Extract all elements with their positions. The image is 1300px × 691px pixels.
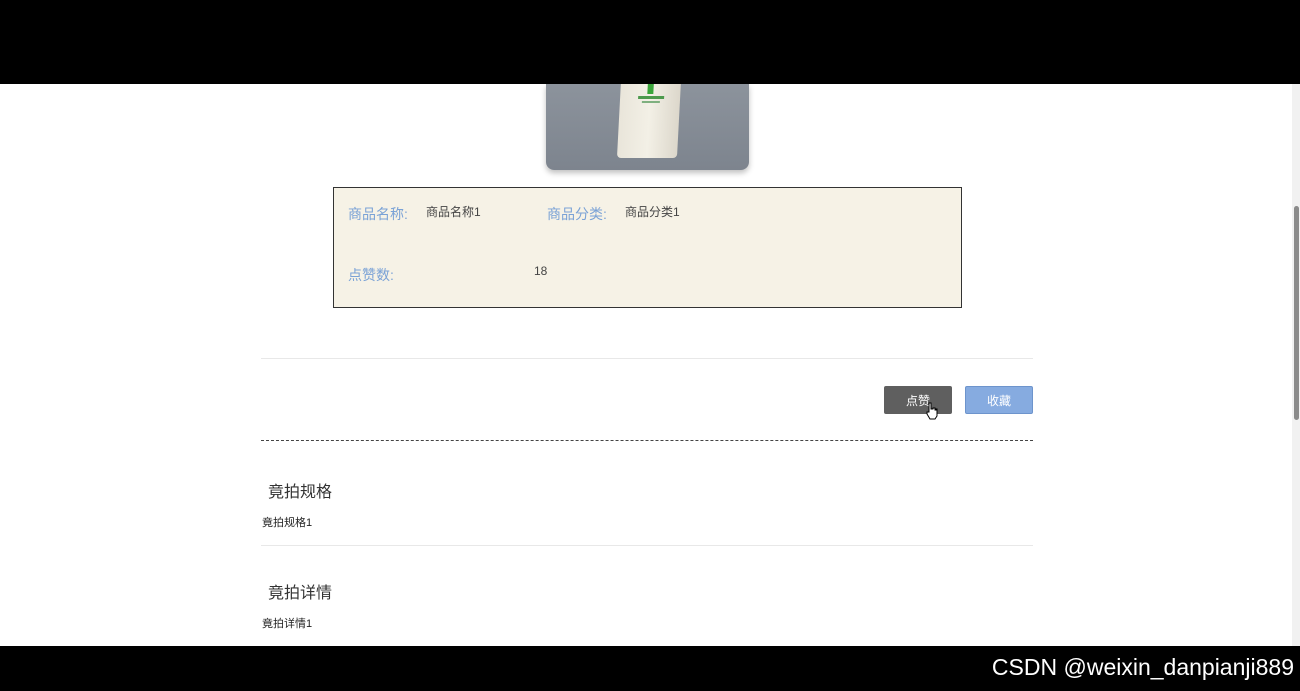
product-info-box: 商品名称: 商品名称1 商品分类: 商品分类1 点赞数: 18 [333, 187, 962, 308]
likes-count-value: 18 [534, 264, 548, 278]
product-name-value: 商品名称1 [426, 205, 481, 219]
section-title-detail: 竟拍详情 [268, 585, 333, 602]
bottom-black-bar: CSDN @weixin_danpianji889 [0, 646, 1300, 691]
product-image [546, 84, 749, 170]
product-detail-page: 商品名称: 商品名称1 商品分类: 商品分类1 点赞数: 18 点赞 收藏 竟拍… [0, 84, 1300, 646]
product-bag-illustration [616, 84, 682, 158]
favorite-button[interactable]: 收藏 [965, 386, 1033, 414]
top-black-bar [0, 0, 1300, 84]
csdn-watermark: CSDN @weixin_danpianji889 [991, 654, 1294, 680]
hand-cursor-icon [926, 402, 938, 420]
section-content-spec: 竟拍规格1 [262, 517, 313, 529]
divider [261, 358, 1033, 359]
section-content-detail: 竟拍详情1 [262, 618, 313, 630]
likes-count-label: 点赞数: [348, 267, 394, 283]
product-category-label: 商品分类: [547, 206, 607, 222]
like-button[interactable]: 点赞 [884, 386, 952, 414]
section-title-spec: 竟拍规格 [268, 484, 333, 501]
leaf-logo-icon [647, 84, 655, 94]
scrollbar-thumb[interactable] [1294, 206, 1299, 420]
product-name-label: 商品名称: [348, 206, 408, 222]
vertical-scrollbar[interactable] [1292, 84, 1300, 646]
dashed-separator [261, 440, 1033, 441]
divider [261, 545, 1033, 546]
product-category-value: 商品分类1 [625, 205, 680, 219]
